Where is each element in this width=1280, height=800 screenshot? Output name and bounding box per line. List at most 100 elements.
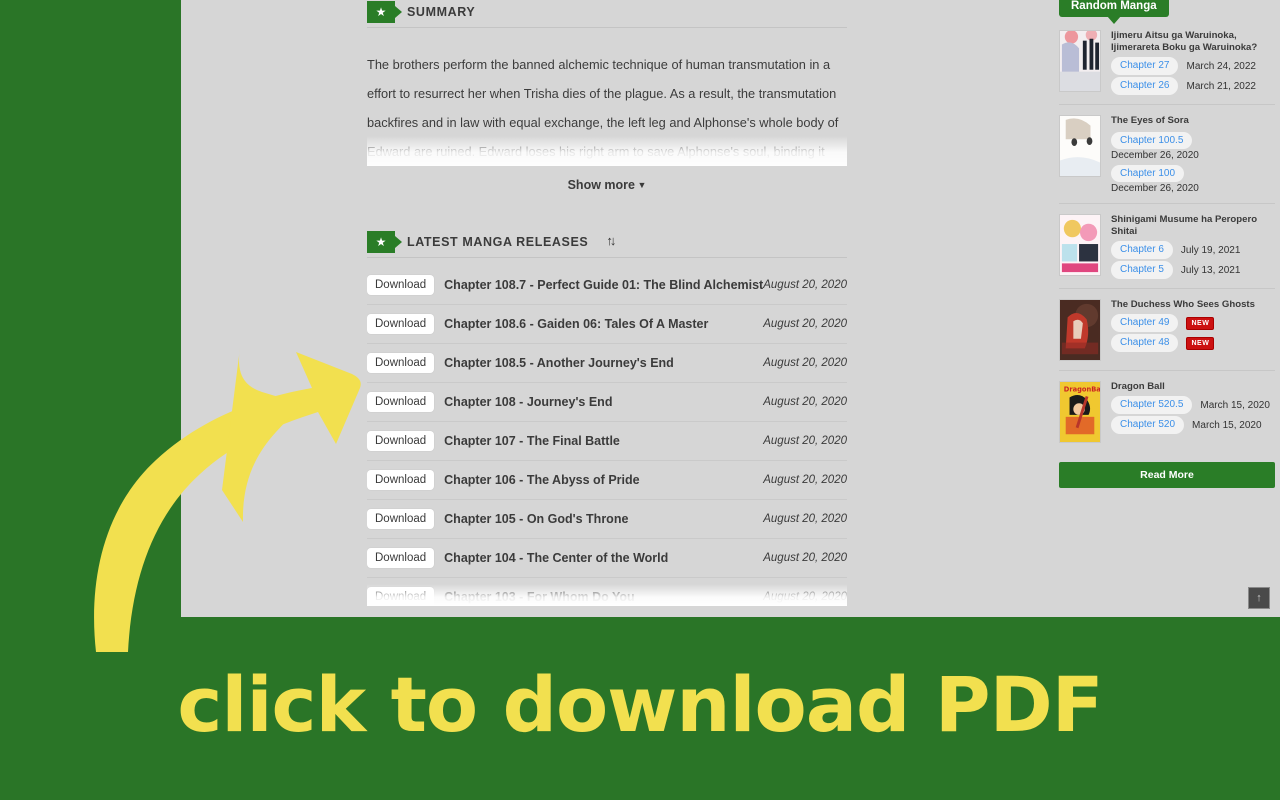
chapter-title-link[interactable]: Chapter 107 - The Final Battle [444, 434, 763, 448]
chevron-down-icon: ▼ [634, 180, 647, 190]
download-button[interactable]: Download [367, 508, 435, 530]
chapter-chip-row: Chapter 100 December 26, 2020 [1111, 163, 1275, 194]
table-row: Download Chapter 105 - On God's Throne Aug… [367, 500, 847, 539]
chapter-chip-link[interactable]: Chapter 27 [1111, 57, 1179, 75]
chapter-title-link[interactable]: Chapter 108.6 - Gaiden 06: Tales Of A Ma… [444, 317, 763, 331]
chapter-date: December 26, 2020 [1111, 150, 1199, 161]
table-row: Download Chapter 108.6 - Gaiden 06: Tales… [367, 305, 847, 344]
summary-text: The brothers perform the banned alchemic… [367, 57, 839, 159]
chapter-date: August 20, 2020 [763, 591, 847, 603]
manga-info: The Duchess Who Sees Ghosts Chapter 49 NEW… [1111, 299, 1275, 361]
chapter-title-link[interactable]: Chapter 104 - The Center of the World [444, 551, 763, 565]
manga-title-link[interactable]: The Eyes of Sora [1111, 115, 1275, 127]
manga-thumbnail[interactable] [1059, 214, 1101, 276]
download-button[interactable]: Download [367, 547, 435, 569]
chapter-date: March 15, 2020 [1200, 399, 1270, 411]
chapter-chip-rows: Chapter 6 July 19, 2021 Chapter 5 July 13, … [1111, 241, 1275, 279]
releases-show-more-button[interactable]: Show more ▼ [367, 606, 847, 617]
table-row: Download Chapter 104 - The Center of the … [367, 539, 847, 578]
chapter-title-link[interactable]: Chapter 108.5 - Another Journey's End [444, 356, 763, 370]
download-button[interactable]: Download [367, 430, 435, 452]
releases-heading: LATEST MANGA RELEASES [407, 234, 589, 249]
manga-thumbnail[interactable] [1059, 299, 1101, 361]
cta-text: click to download PDF [177, 660, 1103, 749]
chapter-title-link[interactable]: Chapter 106 - The Abyss of Pride [444, 473, 763, 487]
chapter-chip-row: Chapter 5 July 13, 2021 [1111, 261, 1275, 279]
site-content-area: ★ SUMMARY The brothers perform the banne… [181, 0, 1280, 617]
summary-show-more-label: Show more [567, 178, 635, 192]
sort-ascending-descending-icon[interactable]: ↑↓ [606, 234, 616, 247]
new-badge: NEW [1186, 336, 1215, 350]
chapter-chip-link[interactable]: Chapter 520.5 [1111, 396, 1193, 414]
download-button[interactable]: Download [367, 586, 435, 606]
manga-info: Dragon Ball Chapter 520.5 March 15, 2020 Ch… [1111, 381, 1275, 443]
chapter-date: July 19, 2021 [1180, 244, 1241, 256]
chapter-chip-link[interactable]: Chapter 100.5 [1111, 132, 1193, 149]
manga-title-link[interactable]: Ijimeru Aitsu ga Waruinoka, Ijimerareta … [1111, 30, 1275, 54]
chapter-chip-row: Chapter 6 July 19, 2021 [1111, 241, 1275, 259]
releases-section-header: ★ LATEST MANGA RELEASES ↑↓ [367, 230, 847, 258]
svg-text:DragonBall: DragonBall [1064, 386, 1100, 394]
chapter-chip-row: Chapter 100.5 December 26, 2020 [1111, 130, 1275, 161]
read-more-button[interactable]: Read More [1059, 462, 1275, 488]
manga-info: Ijimeru Aitsu ga Waruinoka, Ijimerareta … [1111, 30, 1275, 95]
list-item: Ijimeru Aitsu ga Waruinoka, Ijimerareta … [1059, 20, 1275, 105]
chapter-chip-link[interactable]: Chapter 520 [1111, 416, 1185, 434]
chapter-chip-link[interactable]: Chapter 49 [1111, 314, 1179, 332]
chapter-chip-rows: Chapter 520.5 March 15, 2020 Chapter 520 Ma… [1111, 396, 1275, 434]
chapter-chip-row: Chapter 26 March 21, 2022 [1111, 77, 1275, 95]
chapter-date: August 20, 2020 [763, 435, 847, 447]
chapter-chip-rows: Chapter 49 NEW Chapter 48 NEW [1111, 314, 1275, 352]
download-button[interactable]: Download [367, 391, 435, 413]
chapter-chip-link[interactable]: Chapter 48 [1111, 334, 1179, 352]
manga-title-link[interactable]: Dragon Ball [1111, 381, 1275, 393]
summary-section-header: ★ SUMMARY [367, 0, 847, 28]
manga-thumbnail[interactable] [1059, 30, 1101, 92]
chapter-date: March 21, 2022 [1186, 80, 1256, 92]
star-icon: ★ [367, 0, 402, 23]
chapter-date: December 26, 2020 [1111, 183, 1199, 194]
arrow-up-icon: ↑ [1256, 592, 1262, 604]
chapter-chip-link[interactable]: Chapter 6 [1111, 241, 1173, 259]
chapter-chip-link[interactable]: Chapter 26 [1111, 77, 1179, 95]
table-row: Download Chapter 106 - The Abyss of Pride… [367, 461, 847, 500]
manga-title-link[interactable]: The Duchess Who Sees Ghosts [1111, 299, 1275, 311]
scroll-to-top-button[interactable]: ↑ [1248, 587, 1270, 609]
chapter-date: August 20, 2020 [763, 474, 847, 486]
manga-title-link[interactable]: Shinigami Musume ha Peropero Shitai [1111, 214, 1275, 238]
chapter-chip-row: Chapter 48 NEW [1111, 334, 1275, 352]
random-manga-tab[interactable]: Random Manga [1059, 0, 1169, 24]
download-button[interactable]: Download [367, 274, 435, 296]
table-row: Download Chapter 108 - Journey's End Augus… [367, 383, 847, 422]
new-badge: NEW [1186, 316, 1215, 330]
random-manga-sidebar: Random Manga Ijimeru Aitsu ga Waruinoka,… [1059, 0, 1275, 488]
chapter-title-link[interactable]: Chapter 108 - Journey's End [444, 395, 763, 409]
chapter-date: August 20, 2020 [763, 396, 847, 408]
chapter-chip-row: Chapter 27 March 24, 2022 [1111, 57, 1275, 75]
chapter-date: March 15, 2020 [1192, 419, 1262, 431]
manga-thumbnail[interactable]: DragonBall [1059, 381, 1101, 443]
download-button[interactable]: Download [367, 313, 435, 335]
manga-thumbnail[interactable] [1059, 115, 1101, 177]
chapter-date: March 24, 2022 [1186, 60, 1256, 72]
random-manga-tab-wrap: Random Manga [1059, 0, 1275, 24]
chapter-title-link[interactable]: Chapter 105 - On God's Throne [444, 512, 763, 526]
download-button[interactable]: Download [367, 469, 435, 491]
manga-info: Shinigami Musume ha Peropero Shitai Chapt… [1111, 214, 1275, 279]
chapter-title-link[interactable]: Chapter 103 - For Whom Do You [444, 590, 763, 604]
manga-info: The Eyes of Sora Chapter 100.5 December 26… [1111, 115, 1275, 194]
chapter-chip-link[interactable]: Chapter 5 [1111, 261, 1173, 279]
list-item: The Duchess Who Sees Ghosts Chapter 49 NEW… [1059, 289, 1275, 371]
main-column: ★ SUMMARY The brothers perform the banne… [367, 0, 847, 617]
download-button[interactable]: Download [367, 352, 435, 374]
chapter-date: August 20, 2020 [763, 513, 847, 525]
list-item: The Eyes of Sora Chapter 100.5 December 26… [1059, 105, 1275, 204]
chapter-chip-link[interactable]: Chapter 100 [1111, 165, 1185, 182]
table-row: Download Chapter 108.5 - Another Journey'… [367, 344, 847, 383]
chapter-date: August 20, 2020 [763, 552, 847, 564]
summary-heading: SUMMARY [407, 4, 476, 19]
chapter-list: Download Chapter 108.7 - Perfect Guide 01… [367, 266, 847, 606]
summary-show-more-button[interactable]: Show more ▼ [367, 166, 847, 192]
chapter-chip-rows: Chapter 27 March 24, 2022 Chapter 26 March … [1111, 57, 1275, 95]
chapter-title-link[interactable]: Chapter 108.7 - Perfect Guide 01: The Bl… [444, 278, 763, 292]
